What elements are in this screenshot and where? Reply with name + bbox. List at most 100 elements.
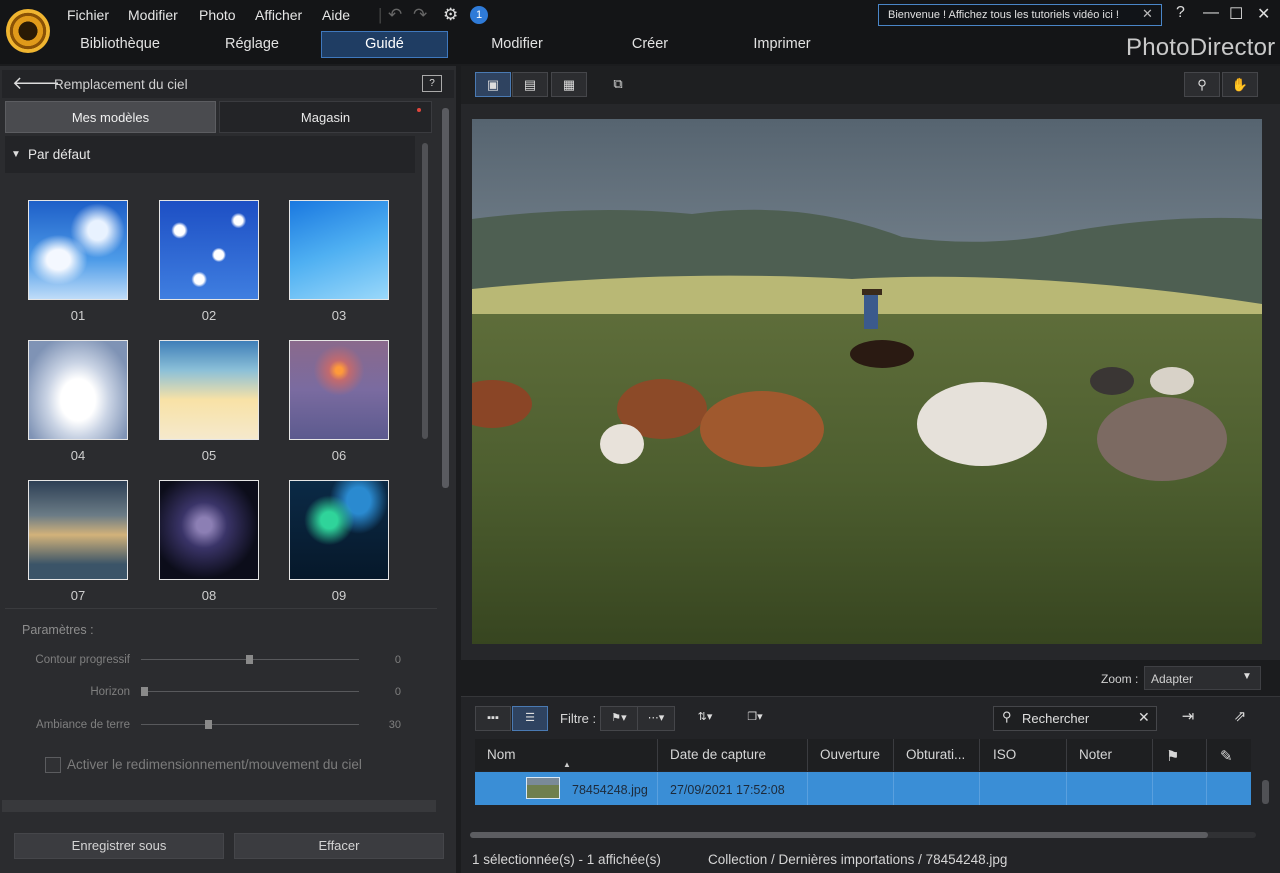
sky-template-03[interactable] <box>289 200 389 300</box>
col-date[interactable]: Date de capture <box>670 747 766 762</box>
template-label: 02 <box>201 308 217 323</box>
maximize-button[interactable]: ☐ <box>1229 4 1243 24</box>
sort-arrow-icon: ▲ <box>563 760 571 769</box>
column-divider[interactable] <box>807 739 808 771</box>
slider-track[interactable] <box>141 724 359 725</box>
menu-fichier[interactable]: Fichier <box>67 7 109 23</box>
col-noter[interactable]: Noter <box>1079 747 1112 762</box>
column-divider[interactable] <box>1066 739 1067 771</box>
zoom-magnifier-icon[interactable]: ⚲ <box>1184 72 1220 97</box>
slider-handle[interactable] <box>246 655 253 664</box>
chevron-down-icon[interactable]: ▼ <box>1242 671 1252 682</box>
window-close-button[interactable]: ✕ <box>1257 4 1270 24</box>
template-scrollbar[interactable] <box>422 143 428 439</box>
slider-value: 30 <box>388 719 401 731</box>
sky-resize-checkbox[interactable] <box>45 757 61 773</box>
brand-name: PhotoDirector <box>1126 34 1276 61</box>
stack-icon[interactable]: ❐▾ <box>736 706 774 731</box>
tab-creer[interactable]: Créer <box>596 36 704 52</box>
sky-template-08[interactable] <box>159 480 259 580</box>
tab-magasin[interactable]: Magasin <box>219 101 432 133</box>
column-divider[interactable] <box>1206 739 1207 771</box>
flag-filter-icon[interactable]: ⚑▾ <box>600 706 638 731</box>
tab-imprimer[interactable]: Imprimer <box>728 36 836 52</box>
sky-template-04[interactable] <box>28 340 128 440</box>
minimize-button[interactable]: — <box>1203 4 1219 22</box>
share-icon[interactable]: ⇗ <box>1222 706 1258 731</box>
sky-template-07[interactable] <box>28 480 128 580</box>
close-icon[interactable]: ✕ <box>1142 6 1153 22</box>
more-filter-icon[interactable]: ⋯▾ <box>637 706 675 731</box>
slider-handle[interactable] <box>205 720 212 729</box>
view-compare-icon[interactable]: ▤ <box>512 72 548 97</box>
export-icon[interactable]: ⇥ <box>1170 706 1206 731</box>
sort-icon[interactable]: ⇅▾ <box>686 706 724 731</box>
filmstrip-view-icon[interactable]: ▪▪▪ <box>475 706 511 731</box>
category-label: Par défaut <box>28 147 91 162</box>
settings-gear-icon[interactable]: ⚙ <box>443 5 458 25</box>
main-photo[interactable] <box>472 119 1262 644</box>
clear-search-icon[interactable]: ✕ <box>1138 709 1150 726</box>
menu-modifier[interactable]: Modifier <box>128 7 178 23</box>
horizontal-scrollbar[interactable] <box>470 832 1208 838</box>
collapse-triangle-icon[interactable]: ▼ <box>11 149 21 160</box>
panel-scrollbar[interactable] <box>442 108 449 488</box>
sky-template-01[interactable] <box>28 200 128 300</box>
list-scrollbar[interactable] <box>1262 780 1269 804</box>
template-label: 08 <box>201 588 217 603</box>
column-divider[interactable] <box>1152 739 1153 771</box>
tab-mes-modeles[interactable]: Mes modèles <box>5 101 216 133</box>
app-logo <box>6 9 50 53</box>
photo-canvas <box>472 119 1262 644</box>
column-divider[interactable] <box>979 739 980 771</box>
view-grid-icon[interactable]: ▦ <box>551 72 587 97</box>
sky-template-06[interactable] <box>289 340 389 440</box>
tab-modifier[interactable]: Modifier <box>462 36 572 52</box>
tutorial-banner[interactable]: Bienvenue ! Affichez tous les tutoriels … <box>878 4 1162 26</box>
second-display-icon[interactable]: ⧉ <box>600 72 636 97</box>
help-icon[interactable]: ? <box>422 75 442 92</box>
slider-label: Ambiance de terre <box>36 719 130 731</box>
view-single-icon[interactable]: ▣ <box>475 72 511 97</box>
menu-aide[interactable]: Aide <box>322 7 350 23</box>
sky-template-09[interactable] <box>289 480 389 580</box>
col-obturation[interactable]: Obturati... <box>906 747 965 762</box>
tab-bibliotheque[interactable]: Bibliothèque <box>62 36 178 52</box>
col-nom[interactable]: Nom <box>487 747 516 762</box>
redo-icon[interactable]: ↷ <box>413 5 427 25</box>
cell-divider <box>807 772 808 805</box>
cell-divider <box>979 772 980 805</box>
clear-button[interactable]: Effacer <box>234 833 444 859</box>
slider-handle[interactable] <box>141 687 148 696</box>
undo-icon[interactable]: ↶ <box>388 5 402 25</box>
slider-label: Horizon <box>90 686 130 698</box>
column-divider[interactable] <box>657 739 658 771</box>
slider-track[interactable] <box>141 691 359 692</box>
cell-divider <box>657 772 658 805</box>
pan-hand-icon[interactable]: ✋ <box>1222 72 1258 97</box>
zoom-label: Zoom : <box>1101 672 1139 686</box>
rider <box>864 291 878 329</box>
search-icon: ⚲ <box>1002 709 1012 724</box>
sky-template-02[interactable] <box>159 200 259 300</box>
sky-template-05[interactable] <box>159 340 259 440</box>
flag-column-icon[interactable]: ⚑ <box>1166 747 1179 765</box>
col-iso[interactable]: ISO <box>993 747 1016 762</box>
notification-icon[interactable]: 1 <box>470 6 488 24</box>
menu-photo[interactable]: Photo <box>199 7 236 23</box>
save-as-button[interactable]: Enregistrer sous <box>14 833 224 859</box>
col-ouverture[interactable]: Ouverture <box>820 747 880 762</box>
new-badge-dot <box>417 108 421 112</box>
cow <box>1150 367 1194 395</box>
cow <box>700 391 824 467</box>
tab-guide[interactable]: Guidé <box>321 36 448 52</box>
menu-afficher[interactable]: Afficher <box>255 7 302 23</box>
column-divider[interactable] <box>893 739 894 771</box>
rider-hat <box>862 289 882 295</box>
tab-reglage[interactable]: Réglage <box>196 36 308 52</box>
cow <box>917 382 1047 466</box>
label-column-icon[interactable]: ✎ <box>1220 747 1233 765</box>
list-view-icon[interactable]: ☰ <box>512 706 548 731</box>
slider-value: 0 <box>394 686 401 698</box>
help-button[interactable]: ? <box>1176 4 1185 22</box>
